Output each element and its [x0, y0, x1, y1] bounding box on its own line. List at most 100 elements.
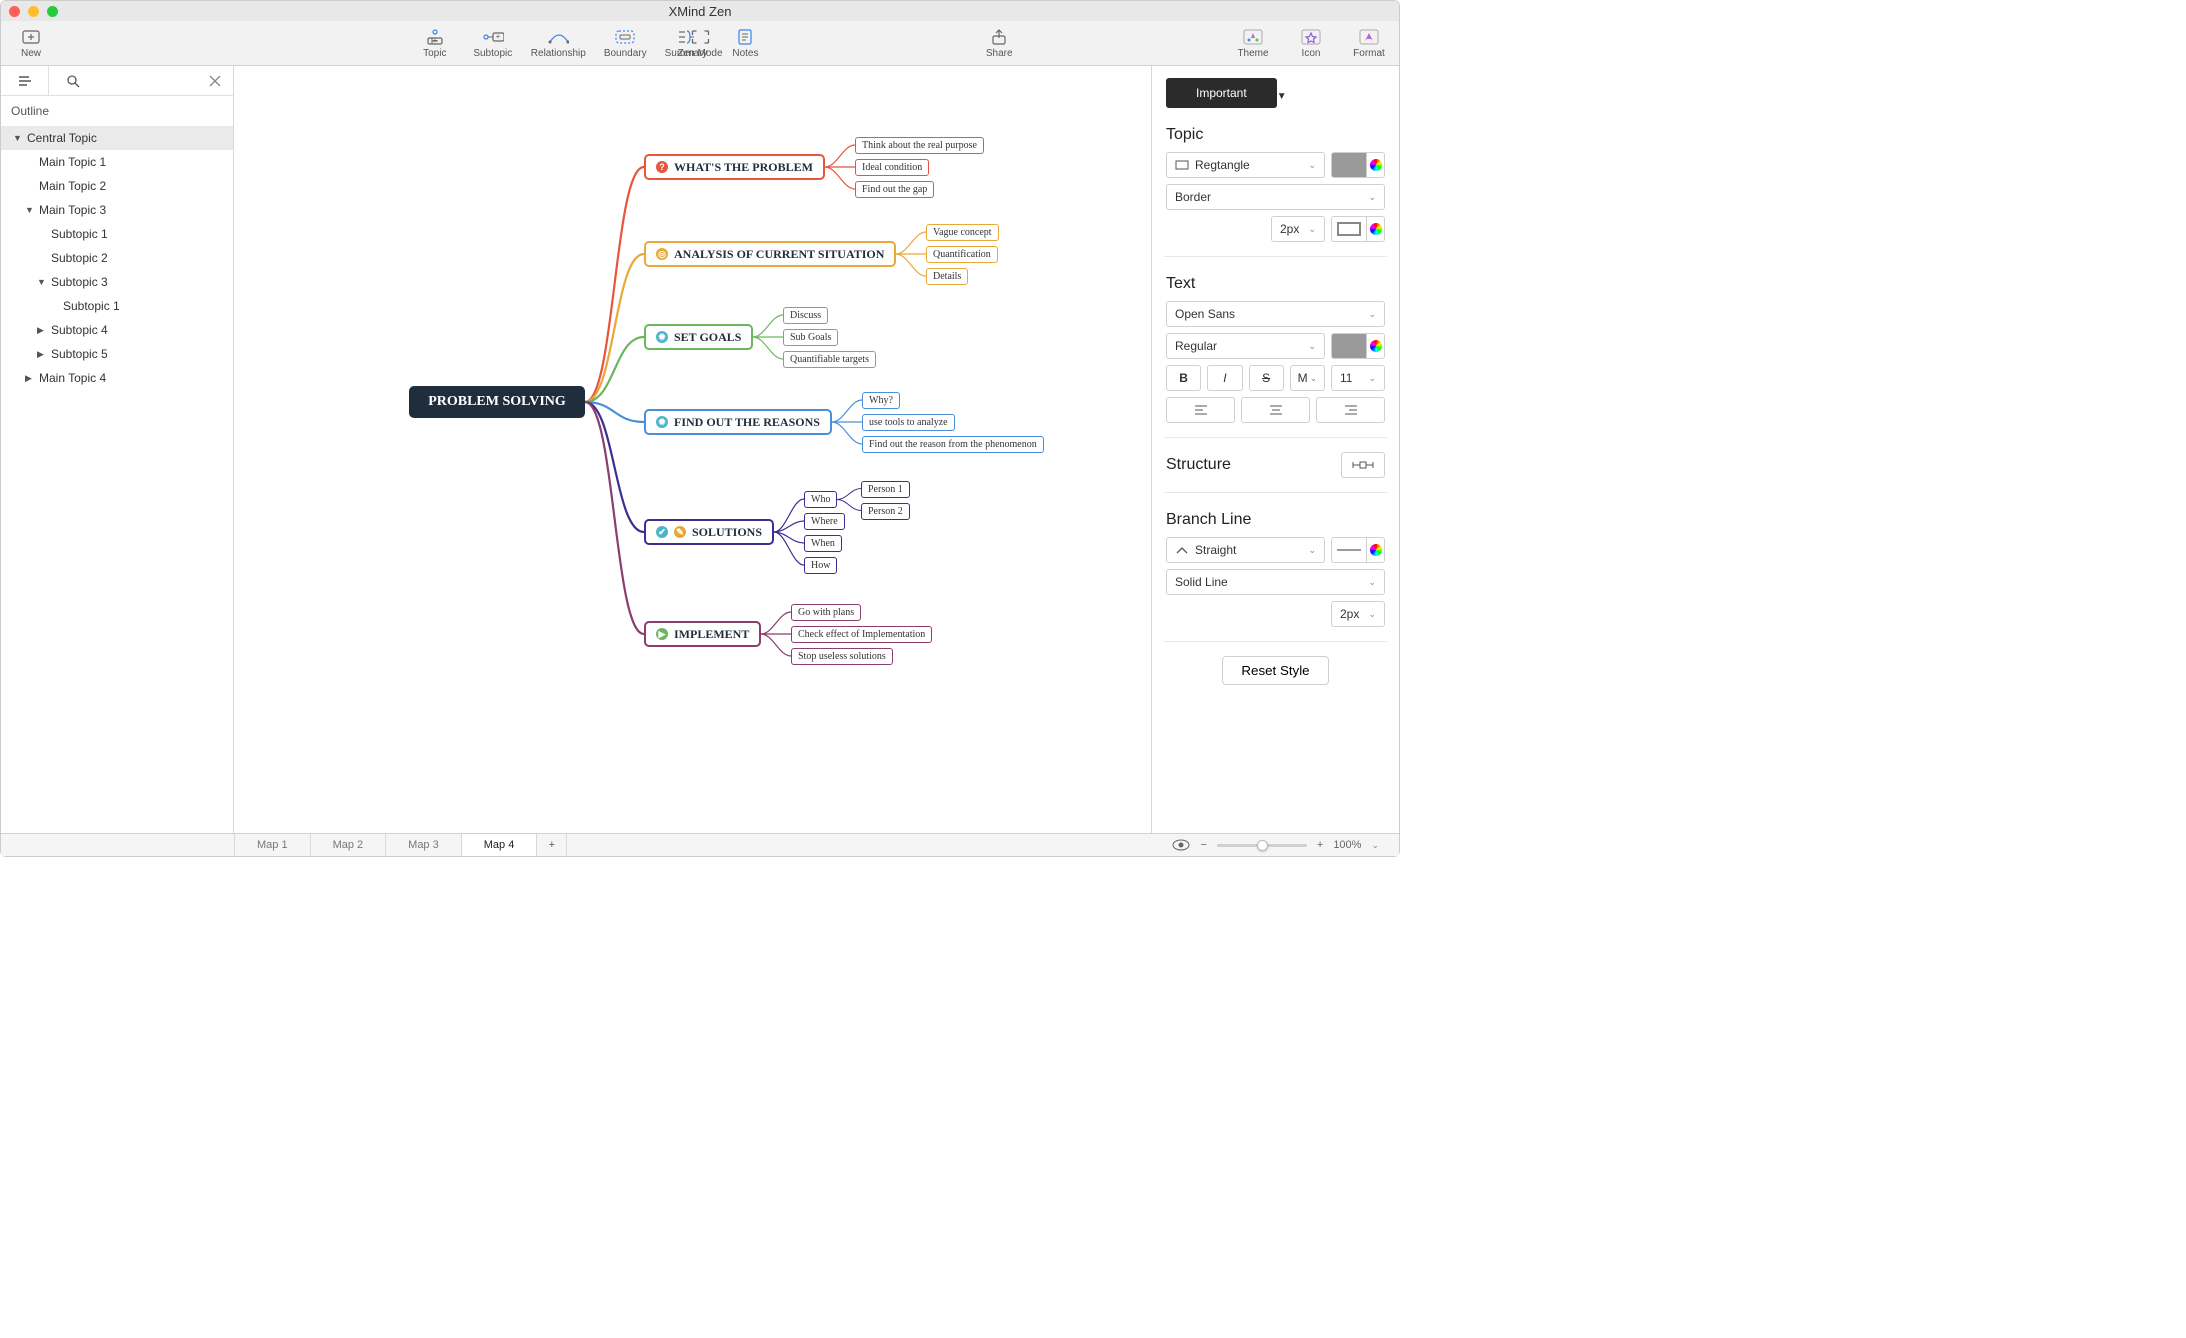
boundary-button[interactable]: Boundary — [604, 28, 647, 59]
zoom-out-button[interactable]: − — [1200, 839, 1206, 851]
leaf-node[interactable]: Quantifiable targets — [783, 351, 876, 368]
branch-node[interactable]: ◎ANALYSIS OF CURRENT SITUATION — [644, 241, 896, 267]
map-tab[interactable]: Map 2 — [311, 834, 387, 856]
leaf-node[interactable]: Where — [804, 513, 845, 530]
font-select[interactable]: Open Sans⌄ — [1166, 301, 1385, 327]
outline-item[interactable]: Subtopic 2 — [1, 246, 233, 270]
border-select[interactable]: Border ⌄ — [1166, 184, 1385, 210]
leaf-node[interactable]: When — [804, 535, 842, 552]
leaf-node[interactable]: Who — [804, 491, 837, 508]
leaf-node[interactable]: Find out the reason from the phenomenon — [862, 436, 1044, 453]
minimize-window-button[interactable] — [28, 6, 39, 17]
leaf-node[interactable]: Vague concept — [926, 224, 999, 241]
outline-item[interactable]: Subtopic 1 — [1, 222, 233, 246]
outline-item[interactable]: ▶Subtopic 4 — [1, 318, 233, 342]
border-colorpicker[interactable] — [1367, 216, 1385, 242]
new-button[interactable]: New — [11, 28, 51, 59]
bold-button[interactable]: B — [1166, 365, 1201, 391]
outline-item[interactable]: ▼Main Topic 3 — [1, 198, 233, 222]
text-colorpicker[interactable] — [1367, 333, 1385, 359]
fontsize-select[interactable]: 11⌄ — [1331, 365, 1385, 391]
align-left-button[interactable] — [1166, 397, 1235, 423]
align-right-button[interactable] — [1316, 397, 1385, 423]
topic-button[interactable]: + Topic — [415, 28, 455, 59]
central-topic-node[interactable]: PROBLEM SOLVING — [409, 386, 585, 418]
outline-item[interactable]: Main Topic 1 — [1, 150, 233, 174]
weight-select[interactable]: Regular⌄ — [1166, 333, 1325, 359]
zoom-slider[interactable] — [1217, 844, 1307, 847]
outline-item[interactable]: ▶Subtopic 5 — [1, 342, 233, 366]
leaf-node[interactable]: Why? — [862, 392, 900, 409]
maximize-window-button[interactable] — [47, 6, 58, 17]
search-tab-button[interactable] — [49, 66, 97, 95]
leaf-node[interactable]: Quantification — [926, 246, 998, 263]
border-swatch[interactable] — [1331, 216, 1367, 242]
structure-button[interactable] — [1341, 452, 1385, 478]
theme-button[interactable]: Theme — [1233, 28, 1273, 59]
line-style-select[interactable]: Solid Line⌄ — [1166, 569, 1385, 595]
zoom-value: 100% — [1333, 839, 1361, 851]
branch-node[interactable]: ✹FIND OUT THE REASONS — [644, 409, 832, 435]
subtopic-button[interactable]: + Subtopic — [473, 28, 513, 59]
relationship-button[interactable]: Relationship — [531, 28, 586, 59]
leaf-node[interactable]: How — [804, 557, 837, 574]
outline-item[interactable]: ▼Central Topic — [1, 126, 233, 150]
branch-style-select[interactable]: Straight ⌄ — [1166, 537, 1325, 563]
leaf-node[interactable]: Go with plans — [791, 604, 861, 621]
map-tab[interactable]: Map 4 — [462, 834, 538, 856]
notes-button[interactable]: Notes — [725, 28, 765, 59]
branch-node[interactable]: ✹SET GOALS — [644, 324, 753, 350]
new-icon — [20, 28, 42, 46]
leaf-node[interactable]: Check effect of Implementation — [791, 626, 932, 643]
outline-arrow-icon: ▼ — [13, 133, 23, 143]
format-button[interactable]: Format — [1349, 28, 1389, 59]
fill-swatch[interactable] — [1331, 152, 1367, 178]
subleaf-node[interactable]: Person 1 — [861, 481, 910, 498]
canvas[interactable]: PROBLEM SOLVING ?WHAT'S THE PROBLEM Think … — [234, 66, 1151, 833]
close-window-button[interactable] — [9, 6, 20, 17]
leaf-node[interactable]: Ideal condition — [855, 159, 929, 176]
fill-colorpicker[interactable] — [1367, 152, 1385, 178]
important-dropdown[interactable]: ▼ — [1277, 91, 1287, 102]
branch-node[interactable]: ?WHAT'S THE PROBLEM — [644, 154, 825, 180]
outline-item[interactable]: ▼Subtopic 3 — [1, 270, 233, 294]
outline-item[interactable]: Main Topic 2 — [1, 174, 233, 198]
line-colorpicker[interactable] — [1367, 537, 1385, 563]
close-pane-button[interactable] — [209, 75, 221, 87]
leaf-node[interactable]: Details — [926, 268, 968, 285]
line-swatch[interactable] — [1331, 537, 1367, 563]
zen-mode-button[interactable]: Zen Mode — [677, 28, 722, 59]
icon-button[interactable]: Icon — [1291, 28, 1331, 59]
eye-icon[interactable] — [1172, 839, 1190, 851]
leaf-node[interactable]: Think about the real purpose — [855, 137, 984, 154]
share-button[interactable]: Share — [979, 28, 1019, 59]
branch-node[interactable]: ▶IMPLEMENT — [644, 621, 761, 647]
italic-button[interactable]: I — [1207, 365, 1242, 391]
add-tab-button[interactable]: + — [537, 834, 567, 856]
branch-node[interactable]: ✔✎SOLUTIONS — [644, 519, 774, 545]
shape-select[interactable]: Regtangle ⌄ — [1166, 152, 1325, 178]
subleaf-node[interactable]: Person 2 — [861, 503, 910, 520]
reset-style-button[interactable]: Reset Style — [1222, 656, 1328, 685]
map-tab[interactable]: Map 3 — [386, 834, 462, 856]
important-button[interactable]: Important — [1166, 78, 1277, 108]
align-center-button[interactable] — [1241, 397, 1310, 423]
outline-item[interactable]: ▶Main Topic 4 — [1, 366, 233, 390]
leaf-node[interactable]: Find out the gap — [855, 181, 934, 198]
leaf-node[interactable]: use tools to analyze — [862, 414, 955, 431]
zoom-dropdown[interactable]: ⌄ — [1371, 840, 1379, 851]
leaf-node[interactable]: Sub Goals — [783, 329, 838, 346]
more-text-button[interactable]: M⌄ — [1290, 365, 1325, 391]
leaf-node[interactable]: Stop useless solutions — [791, 648, 893, 665]
outline-tab-button[interactable] — [1, 66, 49, 95]
outline-item[interactable]: Subtopic 1 — [1, 294, 233, 318]
leaf-node[interactable]: Discuss — [783, 307, 828, 324]
zoom-in-button[interactable]: + — [1317, 839, 1323, 851]
border-width-select[interactable]: 2px⌄ — [1271, 216, 1325, 242]
text-color-swatch[interactable] — [1331, 333, 1367, 359]
line-width-select[interactable]: 2px⌄ — [1331, 601, 1385, 627]
zen-icon — [689, 28, 711, 46]
strike-button[interactable]: S — [1249, 365, 1284, 391]
map-tab[interactable]: Map 1 — [234, 834, 311, 856]
text-section-label: Text — [1166, 275, 1385, 293]
